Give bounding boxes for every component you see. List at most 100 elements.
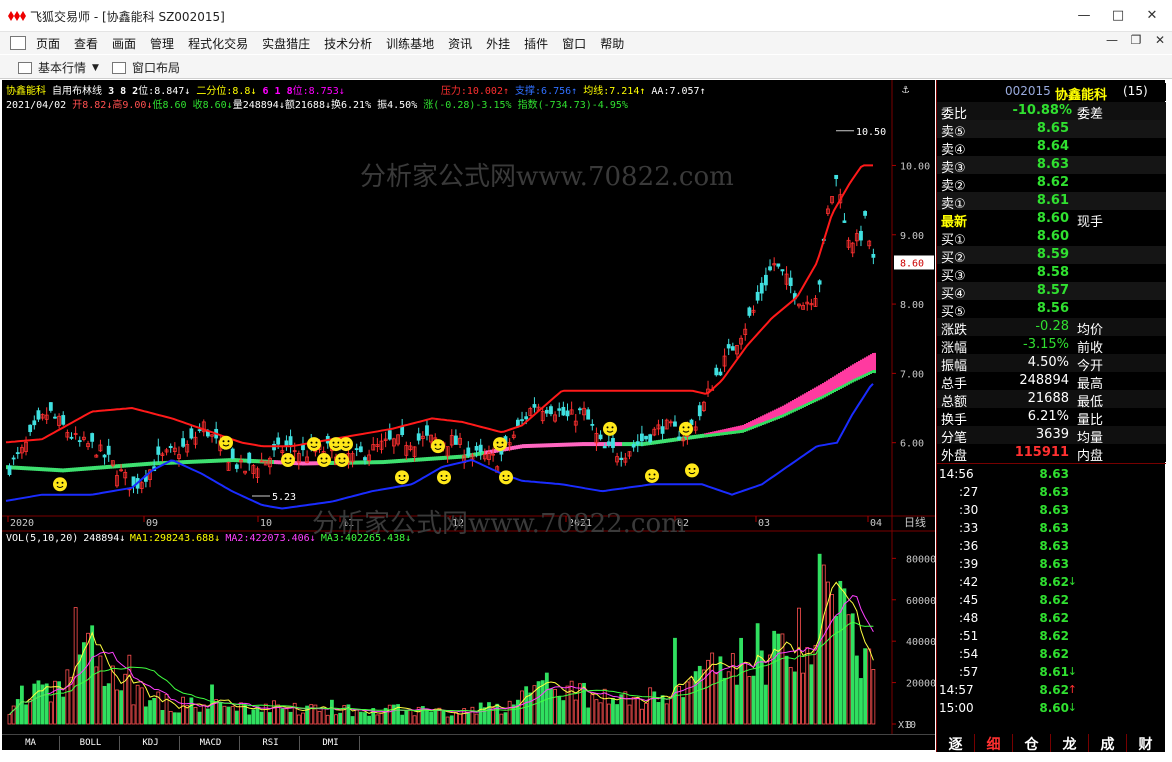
smiley-eye <box>648 473 651 476</box>
indicator-tab-rsi[interactable]: RSI <box>242 736 300 750</box>
mid-band-ribbon <box>212 458 214 463</box>
candle-body <box>863 211 867 216</box>
menu-item-12[interactable]: 帮助 <box>600 35 624 52</box>
mid-band-edge <box>832 390 834 394</box>
vol-label: VOL(5,10,20) <box>6 533 78 544</box>
candle-body <box>354 448 359 451</box>
mid-band-ribbon <box>108 464 110 469</box>
close-button[interactable]: ✕ <box>1138 4 1166 28</box>
volume-bar <box>507 700 512 725</box>
bid-row: 买④ 8.57 <box>937 282 1166 302</box>
basic-quote-button[interactable]: 基本行情 ▼ <box>18 59 99 76</box>
mid-band-edge <box>854 378 856 382</box>
date-axis-label: 09 <box>146 518 158 529</box>
price-volume-chart[interactable]: 10.009.008.007.006.008.602020 09 10 11 12 202… <box>2 80 935 734</box>
mid-band-ribbon <box>310 461 312 466</box>
volume-bar <box>470 706 475 725</box>
quote-tab-5[interactable]: 财 <box>1126 734 1164 753</box>
menu-item-1[interactable]: 查看 <box>74 35 98 52</box>
menu-item-9[interactable]: 外挂 <box>486 35 510 52</box>
candle-body <box>466 447 471 456</box>
tick-time: 14:56 <box>939 467 974 481</box>
quote-tab-4[interactable]: 成 <box>1088 734 1126 753</box>
mid-band-ribbon <box>32 466 34 471</box>
mid-band-ribbon <box>20 465 22 470</box>
candle-body <box>764 274 768 286</box>
mid-band-edge <box>784 413 786 417</box>
tick-flag: ↓ <box>1067 575 1077 588</box>
mid-band-ribbon <box>516 445 518 450</box>
window-layout-button[interactable]: 窗口布局 <box>112 59 180 76</box>
volume-bar <box>367 715 372 725</box>
mid-band-ribbon <box>136 462 138 467</box>
chart-area[interactable]: 10.00 9.00 8.00 7.00 6.00 8.60 2020 09 10 11 12 202… <box>2 80 935 734</box>
indicator-tab-macd[interactable]: MACD <box>182 736 240 750</box>
maximize-button[interactable]: □ <box>1104 4 1132 28</box>
mid-band-ribbon <box>104 465 106 470</box>
indicator-tab-dmi[interactable]: DMI <box>302 736 360 750</box>
chart-window-icon[interactable] <box>10 36 26 50</box>
candle-body <box>53 416 57 419</box>
indicator-tab-ma[interactable]: MA <box>2 736 60 750</box>
mid-band-ribbon <box>56 468 58 473</box>
volume-bar <box>391 704 396 725</box>
smiley-eye <box>343 457 346 460</box>
mid-band-ribbon <box>418 457 420 462</box>
volume-bar <box>503 712 508 725</box>
mid-band-ribbon <box>30 466 32 471</box>
quote-tab-2[interactable]: 仓 <box>1012 734 1050 753</box>
volume-bar <box>838 580 843 725</box>
tick-row: :48 8.62 <box>937 610 1166 628</box>
date-axis-label: 04 <box>870 518 882 529</box>
tick-row: :27 8.63 <box>937 484 1166 502</box>
menu-item-6[interactable]: 技术分析 <box>324 35 372 52</box>
mid-band-ribbon <box>138 462 140 467</box>
mid-band-ribbon <box>670 438 672 443</box>
volume-bar <box>230 706 235 725</box>
menu-item-7[interactable]: 训练基地 <box>386 35 434 52</box>
vol-axis-label: 80000 <box>906 554 935 565</box>
mid-band-edge <box>726 431 728 435</box>
tick-price: 8.63 <box>1039 521 1069 535</box>
menu-item-11[interactable]: 窗口 <box>562 35 586 52</box>
menu-item-3[interactable]: 管理 <box>150 35 174 52</box>
quote-tab-3[interactable]: 龙 <box>1050 734 1088 753</box>
low-label: 5.23 <box>272 492 296 503</box>
price-axis-label: 9.00 <box>900 231 924 242</box>
menu-item-2[interactable]: 画面 <box>112 35 136 52</box>
menu-item-5[interactable]: 实盘猎庄 <box>262 35 310 52</box>
mid-band-edge <box>766 420 768 424</box>
tick-time: :51 <box>959 629 979 643</box>
stat-value: -3.15% <box>1023 337 1069 352</box>
candle-body <box>36 410 41 420</box>
volume-bar <box>730 653 735 725</box>
menu-item-4[interactable]: 程式化交易 <box>188 35 248 52</box>
mid-band-ribbon <box>156 461 158 466</box>
volume-bar <box>602 688 607 725</box>
panel-divider <box>937 463 1166 464</box>
inner-close-button[interactable]: ✕ <box>1146 28 1172 52</box>
quote-tab-0[interactable]: 逐 <box>936 734 974 753</box>
indicator-tab-kdj[interactable]: KDJ <box>122 736 180 750</box>
mid-band-ribbon <box>392 459 394 464</box>
stat-row: 分笔 3639 均量 <box>937 426 1166 446</box>
layout-icon <box>112 61 126 74</box>
indicator-tab-boll[interactable]: BOLL <box>62 736 120 750</box>
mid-band-ribbon <box>194 459 196 464</box>
volume-bar <box>813 644 818 725</box>
mid-band-ribbon <box>544 443 546 448</box>
mid-band-ribbon <box>702 433 704 438</box>
minimize-button[interactable]: — <box>1070 4 1098 28</box>
mid-band-ribbon <box>664 439 666 444</box>
mid-band-edge <box>814 399 816 403</box>
smiley-eye <box>289 457 292 460</box>
menu-item-10[interactable]: 插件 <box>524 35 548 52</box>
quote-tab-1[interactable]: 细 <box>974 734 1012 753</box>
menu-item-0[interactable]: 页面 <box>36 35 60 52</box>
menu-item-8[interactable]: 资讯 <box>448 35 472 52</box>
smiley-marker-icon <box>339 437 353 452</box>
mid-band-edge <box>840 385 842 389</box>
mid-band-ribbon <box>42 467 44 472</box>
candle-body <box>619 457 624 460</box>
smiley-eye <box>496 441 499 444</box>
